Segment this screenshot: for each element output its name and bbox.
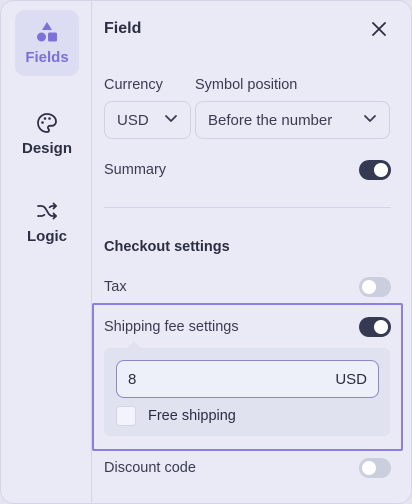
currency-label: Currency <box>104 77 163 93</box>
tax-toggle[interactable] <box>359 277 391 297</box>
summary-label: Summary <box>104 162 167 178</box>
symbol-position-select[interactable]: Before the number <box>195 101 390 139</box>
shipping-fee-amount: 8 <box>128 370 137 388</box>
symbol-position-value: Before the number <box>208 111 333 129</box>
toggle-knob <box>362 461 376 475</box>
rail-item-label: Logic <box>27 227 67 245</box>
toggle-knob <box>374 163 388 177</box>
discount-code-toggle[interactable] <box>359 458 391 478</box>
rail-item-label: Design <box>21 139 72 157</box>
rail-item-fields[interactable]: Fields <box>15 10 79 76</box>
checkout-settings-heading: Checkout settings <box>104 239 230 255</box>
toggle-knob <box>374 320 388 334</box>
chevron-down-icon <box>164 111 178 129</box>
field-settings-panel: Field Currency Symbol position USD Befor… <box>93 1 411 503</box>
shipping-fee-unit: USD <box>335 370 367 388</box>
shapes-icon <box>36 21 58 43</box>
panel-title: Field <box>104 20 142 37</box>
divider <box>104 207 391 208</box>
palette-icon <box>36 112 58 134</box>
rail-item-label: Fields <box>25 48 69 66</box>
free-shipping-checkbox[interactable] <box>116 406 136 426</box>
free-shipping-label: Free shipping <box>148 408 236 424</box>
shipping-fee-toggle[interactable] <box>359 317 391 337</box>
currency-select[interactable]: USD <box>104 101 191 139</box>
settings-window: Fields Design Logic Field Currency Symbo… <box>0 0 412 504</box>
shuffle-icon <box>36 200 58 222</box>
toggle-knob <box>362 280 376 294</box>
rail-item-logic[interactable]: Logic <box>15 189 79 255</box>
sidebar-rail: Fields Design Logic <box>1 1 92 503</box>
symbol-position-label: Symbol position <box>195 77 298 93</box>
rail-item-design[interactable]: Design <box>15 101 79 167</box>
summary-toggle[interactable] <box>359 160 391 180</box>
tax-label: Tax <box>104 279 127 295</box>
currency-value: USD <box>117 111 149 129</box>
close-icon[interactable] <box>369 19 389 39</box>
discount-code-label: Discount code <box>104 460 196 476</box>
chevron-down-icon <box>363 111 377 129</box>
shipping-fee-label: Shipping fee settings <box>104 319 239 335</box>
shipping-fee-input[interactable]: 8 USD <box>116 360 379 398</box>
